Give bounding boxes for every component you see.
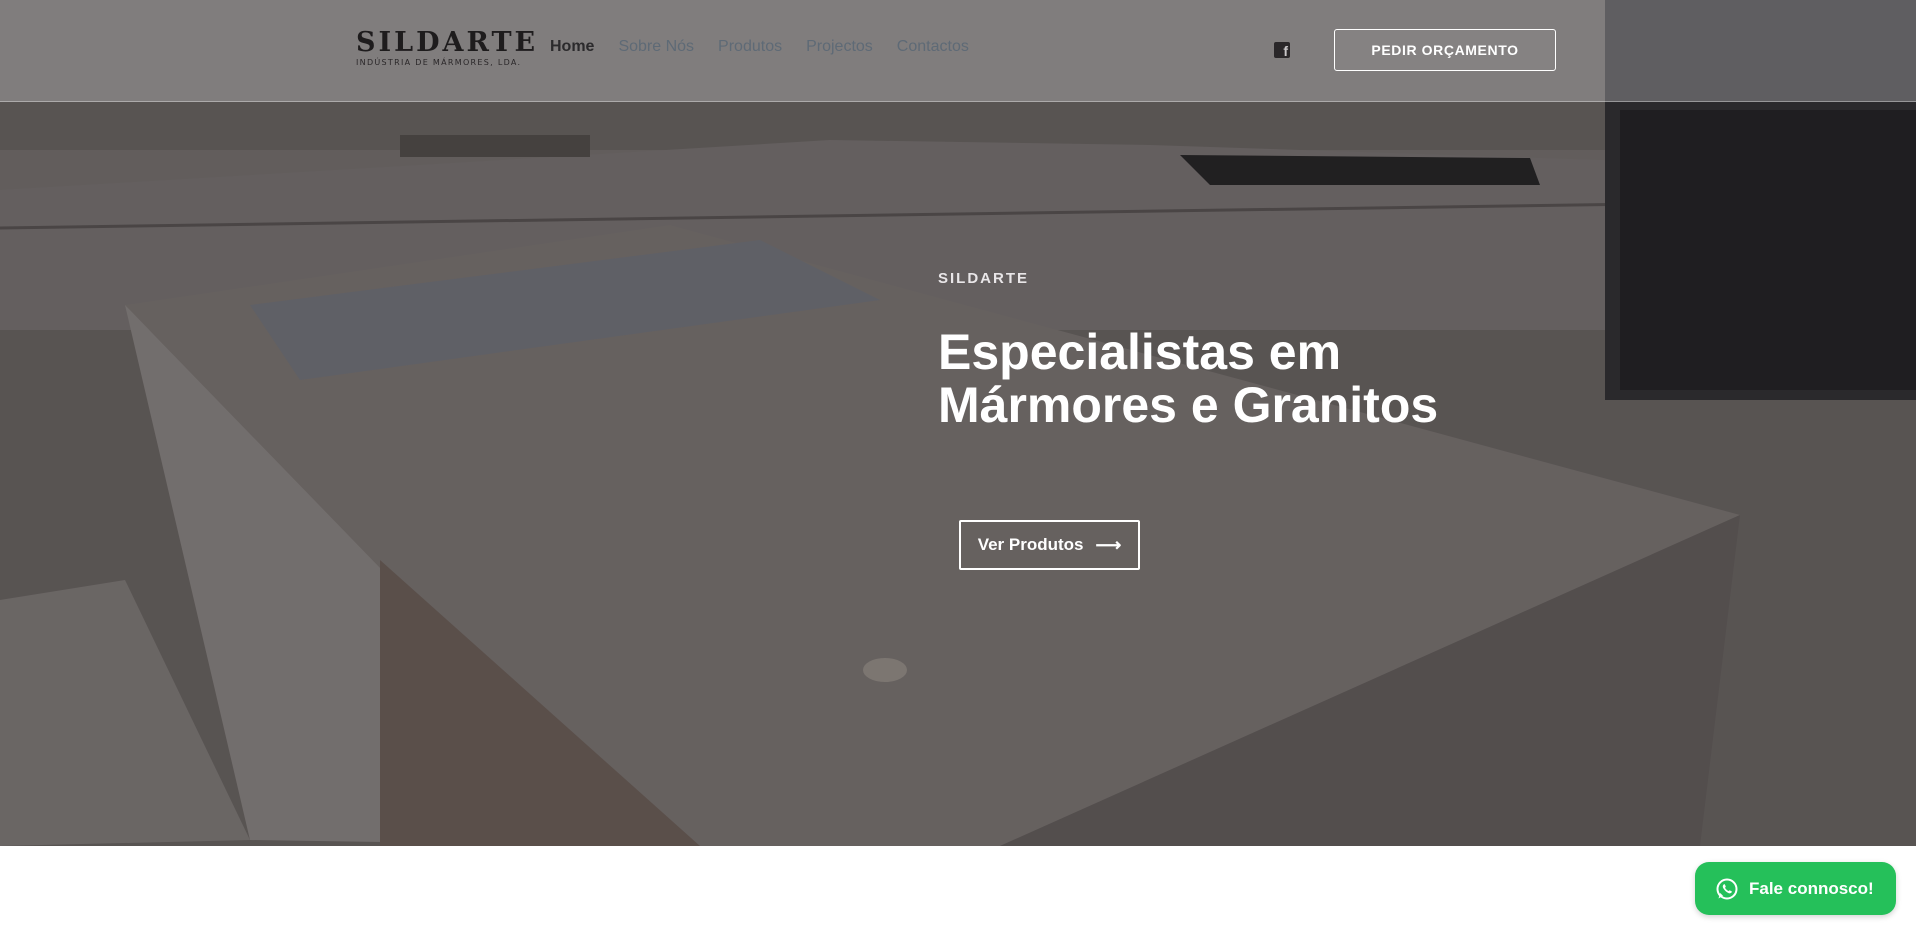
hero-headline-line2: Mármores e Granitos	[938, 377, 1439, 433]
pedir-orcamento-button[interactable]: PEDIR ORÇAMENTO	[1334, 29, 1556, 71]
site-header: SILDARTE INDÚSTRIA DE MÁRMORES, LDA. Hom…	[0, 0, 1916, 102]
arrow-right-icon: ⟶	[1095, 534, 1122, 555]
whatsapp-chat-button[interactable]: Fale connosco!	[1695, 862, 1896, 915]
main-nav: Home Sobre Nós Produtos Projectos Contac…	[550, 38, 969, 56]
nav-item-contactos[interactable]: Contactos	[897, 38, 969, 56]
logo-tagline: INDÚSTRIA DE MÁRMORES, LDA.	[356, 58, 522, 67]
logo[interactable]: SILDARTE INDÚSTRIA DE MÁRMORES, LDA.	[356, 27, 539, 72]
facebook-icon[interactable]: f	[1274, 42, 1290, 59]
ver-produtos-label: Ver Produtos	[977, 535, 1084, 554]
logo-name: SILDARTE	[356, 27, 539, 58]
hero-eyebrow: SILDARTE	[938, 270, 1029, 287]
hero-headline-line1: Especialistas em	[938, 324, 1342, 380]
whatsapp-icon	[1716, 878, 1738, 899]
nav-item-sobre-nos[interactable]: Sobre Nós	[618, 38, 694, 56]
nav-item-home[interactable]: Home	[550, 38, 594, 56]
hero-headline: Especialistas em Mármores e Granitos	[938, 326, 1538, 432]
ver-produtos-button[interactable]: Ver Produtos ⟶	[959, 520, 1140, 570]
whatsapp-label: Fale connosco!	[1749, 878, 1874, 898]
nav-item-projectos[interactable]: Projectos	[806, 38, 873, 56]
nav-item-produtos[interactable]: Produtos	[718, 38, 782, 56]
